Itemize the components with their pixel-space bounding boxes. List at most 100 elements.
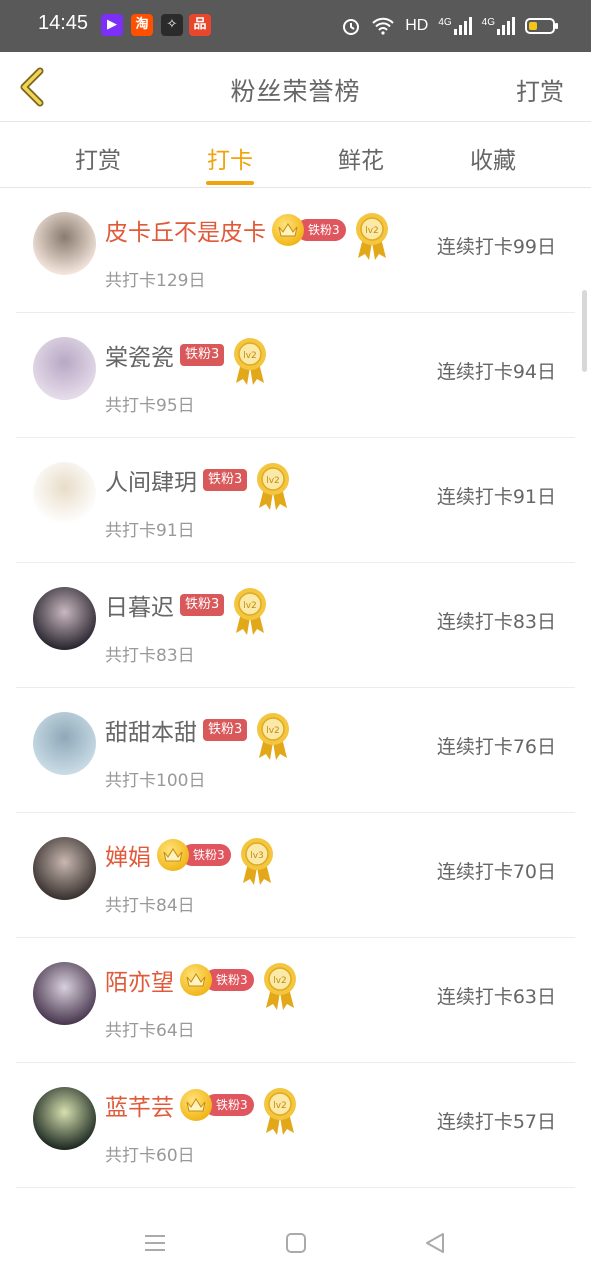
streak-days: 连续打卡94日 <box>436 361 556 383</box>
status-right: HD 4G 4G <box>341 13 558 39</box>
username[interactable]: 婵娟 <box>105 838 151 872</box>
total-checkin: 共打卡100日 <box>105 771 206 791</box>
wifi-icon <box>372 17 394 35</box>
level-medal-icon: lv2 <box>255 462 291 512</box>
taobao-icon: 淘 <box>131 14 153 36</box>
fan-level-badge: 铁粉3 <box>180 344 225 366</box>
name-line: 婵娟 铁粉3 lv3 <box>105 837 275 885</box>
tab-reward[interactable]: 打赏 <box>48 141 148 175</box>
tab-bar: 打赏 打卡 鲜花 收藏 <box>0 123 591 188</box>
tab-checkin[interactable]: 打卡 <box>180 141 280 175</box>
home-button[interactable] <box>283 1230 309 1256</box>
name-line: 陌亦望 铁粉3 lv2 <box>105 962 298 1010</box>
streak-days: 连续打卡99日 <box>436 236 556 258</box>
medal-level-text: lv2 <box>365 226 379 236</box>
username[interactable]: 棠瓷瓷 <box>105 338 174 372</box>
level-medal-icon: lv3 <box>239 837 275 887</box>
qidian-app-icon: 品 <box>189 14 211 36</box>
signal-2-label: 4G <box>481 17 495 28</box>
medal-level-text: lv2 <box>244 351 258 361</box>
total-checkin: 共打卡129日 <box>105 271 206 291</box>
crown-icon <box>180 964 212 996</box>
fan-row[interactable]: 甜甜本甜 铁粉3 lv2 共打卡100日 连续打卡76日 <box>0 688 591 813</box>
fan-level-badge: 铁粉3 <box>180 594 225 616</box>
streak-days: 连续打卡83日 <box>436 611 556 633</box>
status-time: 14:45 <box>38 12 89 34</box>
level-medal-icon: lv2 <box>232 337 268 387</box>
avatar[interactable] <box>33 212 96 275</box>
signal-2-icon: 4G <box>482 17 515 35</box>
system-nav-bar <box>0 1205 591 1280</box>
battery-icon <box>525 18 558 34</box>
level-medal-icon: lv2 <box>255 712 291 762</box>
streak-days: 连续打卡91日 <box>436 486 556 508</box>
name-line: 甜甜本甜 铁粉3 lv2 <box>105 712 291 760</box>
username[interactable]: 蓝芊芸 <box>105 1088 174 1122</box>
vip-badge: 铁粉3 <box>272 214 346 246</box>
avatar[interactable] <box>33 837 96 900</box>
page-title: 粉丝荣誉榜 <box>230 77 361 106</box>
avatar[interactable] <box>33 1087 96 1150</box>
total-checkin: 共打卡91日 <box>105 521 195 541</box>
fan-row[interactable]: 日暮迟 铁粉3 lv2 共打卡83日 连续打卡83日 <box>0 563 591 688</box>
tab-favorites[interactable]: 收藏 <box>443 141 543 175</box>
streak-days: 连续打卡70日 <box>436 861 556 883</box>
back-nav-button[interactable] <box>422 1230 448 1256</box>
crown-icon <box>157 839 189 871</box>
fan-level-badge: 铁粉3 <box>203 719 248 741</box>
total-checkin: 共打卡84日 <box>105 896 195 916</box>
streak-days: 连续打卡63日 <box>436 986 556 1008</box>
username[interactable]: 陌亦望 <box>105 963 174 997</box>
alarm-icon <box>343 19 360 35</box>
fan-row[interactable]: 婵娟 铁粉3 lv3 共打卡84日 连续打卡70日 <box>0 813 591 938</box>
name-line: 蓝芊芸 铁粉3 lv2 <box>105 1087 298 1135</box>
level-medal-icon: lv2 <box>262 962 298 1012</box>
name-line: 日暮迟 铁粉3 lv2 <box>105 587 268 635</box>
medal-level-text: lv2 <box>273 1101 287 1111</box>
fan-row[interactable]: 人间肆玥 铁粉3 lv2 共打卡91日 连续打卡91日 <box>0 438 591 563</box>
name-line: 棠瓷瓷 铁粉3 lv2 <box>105 337 268 385</box>
menu-button[interactable] <box>142 1230 168 1256</box>
vip-badge: 铁粉3 <box>157 839 231 871</box>
fan-row[interactable]: 陌亦望 铁粉3 lv2 共打卡64日 连续打卡63日 <box>0 938 591 1063</box>
hd-indicator: HD <box>405 17 429 34</box>
fan-row[interactable]: 蓝芊芸 铁粉3 lv2 共打卡60日 连续打卡57日 <box>0 1063 591 1188</box>
avatar[interactable] <box>33 962 96 1025</box>
fan-list: 皮卡丘不是皮卡 铁粉3 lv2 共打卡129日 连续打卡99日 棠瓷瓷 铁粉3 … <box>0 188 591 1188</box>
total-checkin: 共打卡83日 <box>105 646 195 666</box>
username[interactable]: 皮卡丘不是皮卡 <box>105 213 266 247</box>
username[interactable]: 甜甜本甜 <box>105 713 197 747</box>
level-medal-icon: lv2 <box>262 1087 298 1137</box>
medal-level-text: lv3 <box>250 851 264 861</box>
medal-level-text: lv2 <box>267 726 281 736</box>
total-checkin: 共打卡60日 <box>105 1146 195 1166</box>
vip-badge: 铁粉3 <box>180 1089 254 1121</box>
signal-1-label: 4G <box>438 17 452 28</box>
menu-icon <box>145 1235 165 1251</box>
status-bar: 14:45 ▶ 淘 ✧ 品 HD 4G 4G <box>0 0 591 52</box>
username[interactable]: 日暮迟 <box>105 588 174 622</box>
active-tab-indicator <box>206 181 254 185</box>
name-line: 人间肆玥 铁粉3 lv2 <box>105 462 291 510</box>
compass-app-icon: ✧ <box>161 14 183 36</box>
username[interactable]: 人间肆玥 <box>105 463 197 497</box>
total-checkin: 共打卡95日 <box>105 396 195 416</box>
level-medal-icon: lv2 <box>232 587 268 637</box>
scrollbar[interactable] <box>582 290 587 372</box>
fan-row[interactable]: 棠瓷瓷 铁粉3 lv2 共打卡95日 连续打卡94日 <box>0 313 591 438</box>
avatar[interactable] <box>33 462 96 525</box>
avatar[interactable] <box>33 337 96 400</box>
home-square-icon <box>286 1233 306 1253</box>
level-medal-icon: lv2 <box>354 212 390 262</box>
avatar[interactable] <box>33 587 96 650</box>
fan-row[interactable]: 皮卡丘不是皮卡 铁粉3 lv2 共打卡129日 连续打卡99日 <box>0 188 591 313</box>
back-triangle-icon <box>426 1233 444 1253</box>
avatar[interactable] <box>33 712 96 775</box>
tab-flowers[interactable]: 鲜花 <box>311 141 411 175</box>
fan-level-badge: 铁粉3 <box>203 469 248 491</box>
total-checkin: 共打卡64日 <box>105 1021 195 1041</box>
name-line: 皮卡丘不是皮卡 铁粉3 lv2 <box>105 212 390 260</box>
reward-button[interactable]: 打赏 <box>516 72 564 107</box>
crown-icon <box>272 214 304 246</box>
medal-level-text: lv2 <box>273 976 287 986</box>
